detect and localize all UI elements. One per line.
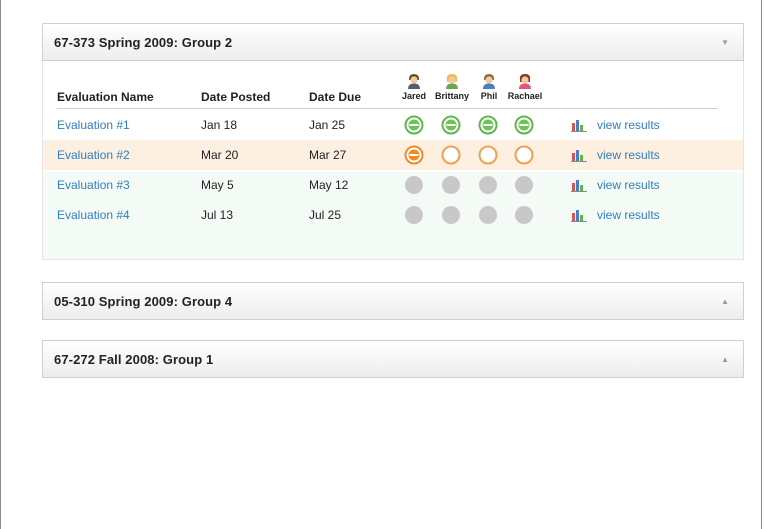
bar-chart-icon bbox=[571, 180, 587, 192]
date-posted: Jul 13 bbox=[201, 208, 234, 222]
date-due: May 12 bbox=[309, 178, 349, 192]
column-header-name: Evaluation Name bbox=[57, 90, 154, 104]
status-pending-icon bbox=[514, 145, 534, 165]
member-name: Rachael bbox=[507, 91, 543, 101]
status-inactive-icon bbox=[515, 176, 533, 194]
date-due: Jan 25 bbox=[309, 118, 346, 132]
bar-chart-icon bbox=[571, 150, 587, 162]
evaluation-link[interactable]: Evaluation #3 bbox=[57, 170, 130, 200]
user-avatar-icon bbox=[408, 74, 420, 89]
status-complete-icon bbox=[514, 115, 534, 135]
member-name: Jared bbox=[401, 91, 427, 101]
expand-arrow-icon[interactable]: ▲ bbox=[721, 355, 729, 364]
status-inactive-icon bbox=[479, 206, 497, 224]
status-inactive-icon bbox=[442, 176, 460, 194]
status-pending-icon bbox=[441, 145, 461, 165]
panel-header[interactable]: 67-373 Spring 2009: Group 2 ▼ bbox=[42, 23, 744, 61]
view-results-link[interactable]: view results bbox=[597, 118, 660, 132]
date-posted: Jan 18 bbox=[201, 118, 238, 132]
table-row: Evaluation #3 May 5 May 12 view results bbox=[43, 170, 743, 200]
view-results-button[interactable]: view results bbox=[571, 140, 660, 170]
window-frame: 67-373 Spring 2009: Group 2 ▼ Evaluation… bbox=[0, 0, 762, 529]
table-row: Evaluation #1 Jan 18 Jan 25 view results bbox=[43, 110, 743, 140]
status-complete-icon bbox=[441, 115, 461, 135]
panel-header[interactable]: 05-310 Spring 2009: Group 4 ▲ bbox=[42, 282, 744, 320]
table-row: Evaluation #2 Mar 20 Mar 27 view results bbox=[43, 140, 743, 170]
date-due: Mar 27 bbox=[309, 148, 347, 162]
panel-title: 05-310 Spring 2009: Group 4 bbox=[54, 293, 233, 309]
column-header-due: Date Due bbox=[309, 90, 362, 104]
group-panel: 05-310 Spring 2009: Group 4 ▲ bbox=[42, 282, 744, 320]
status-in-progress-icon bbox=[404, 145, 424, 165]
view-results-button[interactable]: view results bbox=[571, 170, 660, 200]
column-header-posted: Date Posted bbox=[201, 90, 271, 104]
member-column: Phil bbox=[469, 73, 509, 101]
status-pending-icon bbox=[478, 145, 498, 165]
member-name: Brittany bbox=[434, 91, 469, 101]
panel-body: Evaluation Name Date Posted Date Due Jar… bbox=[42, 61, 744, 260]
group-panel: 67-272 Fall 2008: Group 1 ▲ bbox=[42, 340, 744, 378]
panel-header[interactable]: 67-272 Fall 2008: Group 1 ▲ bbox=[42, 340, 744, 378]
status-inactive-icon bbox=[405, 206, 423, 224]
view-results-button[interactable]: view results bbox=[571, 200, 660, 230]
view-results-link[interactable]: view results bbox=[597, 178, 660, 192]
member-column: Rachael bbox=[505, 73, 545, 101]
collapse-arrow-icon[interactable]: ▼ bbox=[721, 38, 729, 47]
user-avatar-icon bbox=[483, 74, 495, 89]
evaluation-link[interactable]: Evaluation #2 bbox=[57, 140, 130, 170]
status-inactive-icon bbox=[405, 176, 423, 194]
panel-title: 67-373 Spring 2009: Group 2 bbox=[54, 34, 233, 50]
table-row: Evaluation #4 Jul 13 Jul 25 view results bbox=[43, 200, 743, 230]
status-complete-icon bbox=[404, 115, 424, 135]
member-name: Phil bbox=[480, 91, 498, 101]
view-results-link[interactable]: view results bbox=[597, 208, 660, 222]
evaluation-link[interactable]: Evaluation #1 bbox=[57, 110, 130, 140]
panel-title: 67-272 Fall 2008: Group 1 bbox=[54, 351, 214, 367]
bar-chart-icon bbox=[571, 120, 587, 132]
user-avatar-icon bbox=[519, 74, 531, 89]
status-inactive-icon bbox=[515, 206, 533, 224]
status-inactive-icon bbox=[442, 206, 460, 224]
user-avatar-icon bbox=[446, 74, 458, 89]
view-results-button[interactable]: view results bbox=[571, 110, 660, 140]
member-column: Brittany bbox=[432, 73, 472, 101]
bar-chart-icon bbox=[571, 210, 587, 222]
view-results-link[interactable]: view results bbox=[597, 148, 660, 162]
expand-arrow-icon[interactable]: ▲ bbox=[721, 297, 729, 306]
date-posted: Mar 20 bbox=[201, 148, 239, 162]
member-column: Jared bbox=[394, 73, 434, 101]
status-complete-icon bbox=[478, 115, 498, 135]
status-inactive-icon bbox=[479, 176, 497, 194]
date-posted: May 5 bbox=[201, 178, 234, 192]
evaluation-link[interactable]: Evaluation #4 bbox=[57, 200, 130, 230]
header-divider bbox=[57, 108, 718, 109]
date-due: Jul 25 bbox=[309, 208, 342, 222]
group-panel: 67-373 Spring 2009: Group 2 ▼ Evaluation… bbox=[42, 23, 744, 260]
